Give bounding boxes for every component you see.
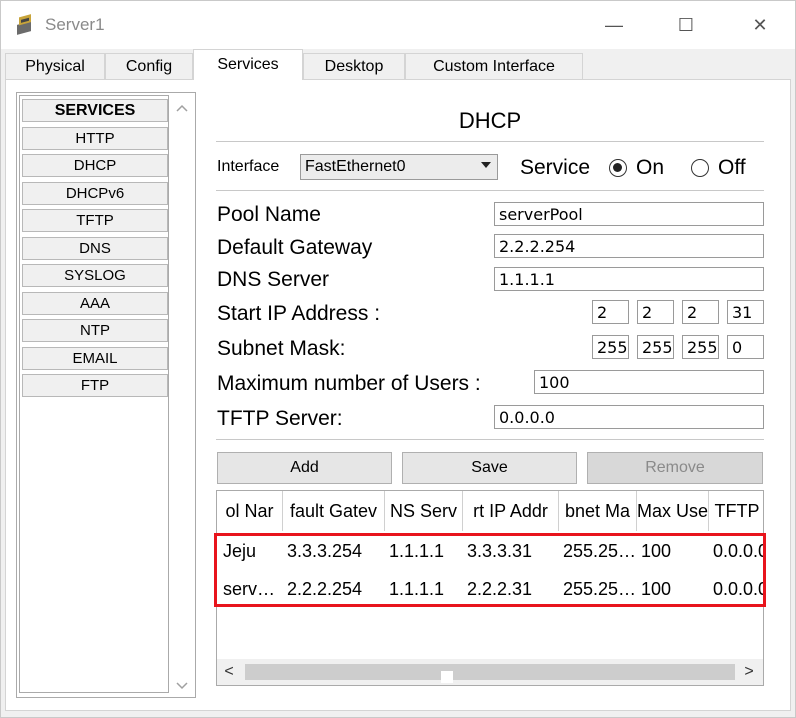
close-icon: ✕: [752, 14, 768, 35]
maximize-button[interactable]: ☐: [663, 7, 709, 43]
table-cell[interactable]: 0.0.0.0: [709, 533, 763, 569]
subnet-octet-4[interactable]: 0: [727, 335, 764, 359]
scroll-left-icon[interactable]: <: [219, 661, 239, 683]
tftp-server-input[interactable]: 0.0.0.0: [494, 405, 764, 429]
table-cell[interactable]: serv…: [219, 571, 283, 607]
services-header: SERVICES: [22, 99, 168, 122]
service-on-label: On: [636, 156, 665, 179]
scroll-up-icon[interactable]: [175, 101, 189, 115]
divider: [216, 190, 764, 191]
title-bar: Server1 — ☐ ✕: [1, 1, 795, 49]
sidebar-item-http[interactable]: HTTP: [22, 127, 168, 150]
table-cell[interactable]: 3.3.3.254: [283, 533, 385, 569]
panel-title: DHCP: [458, 108, 522, 133]
max-users-label: Maximum number of Users :: [217, 372, 481, 395]
interface-label: Interface: [217, 158, 280, 175]
tab-config[interactable]: Config: [105, 53, 193, 79]
remove-button[interactable]: Remove: [587, 452, 763, 484]
scroll-down-icon[interactable]: [175, 679, 189, 693]
column-header-max-users[interactable]: Max Use: [637, 491, 709, 531]
minimize-button[interactable]: —: [591, 7, 637, 43]
max-users-input[interactable]: 100: [534, 370, 764, 394]
pool-table: ol Nar fault Gatev NS Serv rt IP Addr bn…: [216, 490, 764, 686]
dns-server-input[interactable]: 1.1.1.1: [494, 267, 764, 291]
table-cell[interactable]: 1.1.1.1: [385, 571, 463, 607]
services-sidebar: SERVICES HTTP DHCP DHCPv6 TFTP DNS SYSLO…: [16, 92, 196, 698]
gateway-label: Default Gateway: [217, 236, 373, 259]
table-horizontal-scrollbar[interactable]: < >: [217, 659, 763, 685]
sidebar-item-dns[interactable]: DNS: [22, 237, 168, 260]
sidebar-item-ntp[interactable]: NTP: [22, 319, 168, 342]
gateway-input[interactable]: 2.2.2.254: [494, 234, 764, 258]
window-title: Server1: [45, 15, 105, 34]
sidebar-item-syslog[interactable]: SYSLOG: [22, 264, 168, 287]
scroll-right-icon[interactable]: >: [739, 661, 759, 683]
services-list: SERVICES HTTP DHCP DHCPv6 TFTP DNS SYSLO…: [19, 95, 169, 693]
pool-name-label: Pool Name: [217, 203, 321, 226]
sidebar-item-dhcpv6[interactable]: DHCPv6: [22, 182, 168, 205]
start-ip-label: Start IP Address :: [217, 302, 381, 325]
minimize-icon: —: [605, 14, 623, 35]
dns-server-label: DNS Server: [217, 268, 330, 291]
tab-bar: Physical Config Services Desktop Custom …: [1, 49, 795, 80]
table-cell[interactable]: 255.25…: [559, 571, 637, 607]
table-cell[interactable]: 100: [637, 533, 709, 569]
sidebar-scrollbar[interactable]: [171, 95, 193, 693]
tab-services[interactable]: Services: [193, 49, 303, 80]
column-header-pool-name[interactable]: ol Nar: [217, 491, 283, 531]
subnet-octet-1[interactable]: 255: [592, 335, 629, 359]
column-header-subnet-mask[interactable]: bnet Ma: [559, 491, 637, 531]
table-cell[interactable]: 3.3.3.31: [463, 533, 559, 569]
sidebar-item-dhcp[interactable]: DHCP: [22, 154, 168, 177]
divider: [216, 141, 764, 142]
service-off-radio[interactable]: [691, 159, 709, 177]
interface-value: FastEthernet0: [305, 158, 406, 175]
service-on-radio[interactable]: [609, 159, 627, 177]
service-label: Service: [520, 156, 591, 179]
table-cell[interactable]: Jeju: [219, 533, 283, 569]
subnet-octet-3[interactable]: 255: [682, 335, 719, 359]
tftp-server-label: TFTP Server:: [217, 407, 343, 430]
close-button[interactable]: ✕: [737, 7, 783, 43]
table-cell[interactable]: 255.25…: [559, 533, 637, 569]
sidebar-item-ftp[interactable]: FTP: [22, 374, 168, 397]
subnet-mask-label: Subnet Mask:: [217, 337, 346, 360]
save-button[interactable]: Save: [402, 452, 577, 484]
start-ip-octet-4[interactable]: 31: [727, 300, 764, 324]
column-header-tftp[interactable]: TFTP: [709, 491, 763, 531]
tab-desktop[interactable]: Desktop: [303, 53, 405, 79]
sidebar-item-aaa[interactable]: AAA: [22, 292, 168, 315]
server-app-icon: [17, 14, 31, 35]
maximize-icon: ☐: [677, 14, 695, 35]
add-button[interactable]: Add: [217, 452, 392, 484]
column-header-dns-server[interactable]: NS Serv: [385, 491, 463, 531]
start-ip-octet-1[interactable]: 2: [592, 300, 629, 324]
interface-select[interactable]: FastEthernet0: [300, 154, 498, 180]
tab-physical[interactable]: Physical: [5, 53, 105, 79]
scrollbar-grip: [441, 671, 453, 683]
sidebar-item-email[interactable]: EMAIL: [22, 347, 168, 370]
tab-custom-interface[interactable]: Custom Interface: [405, 53, 583, 79]
pool-name-input[interactable]: serverPool: [494, 202, 764, 226]
start-ip-octet-3[interactable]: 2: [682, 300, 719, 324]
chevron-down-icon: [481, 162, 491, 168]
divider: [216, 439, 764, 440]
column-header-default-gateway[interactable]: fault Gatev: [283, 491, 385, 531]
column-header-start-ip[interactable]: rt IP Addr: [463, 491, 559, 531]
sidebar-item-tftp[interactable]: TFTP: [22, 209, 168, 232]
table-cell[interactable]: 100: [637, 571, 709, 607]
start-ip-octet-2[interactable]: 2: [637, 300, 674, 324]
table-cell[interactable]: 1.1.1.1: [385, 533, 463, 569]
table-cell[interactable]: 0.0.0.0: [709, 571, 763, 607]
subnet-octet-2[interactable]: 255: [637, 335, 674, 359]
table-cell[interactable]: 2.2.2.31: [463, 571, 559, 607]
scrollbar-thumb[interactable]: [245, 664, 735, 683]
table-cell[interactable]: 2.2.2.254: [283, 571, 385, 607]
service-off-label: Off: [718, 156, 746, 179]
